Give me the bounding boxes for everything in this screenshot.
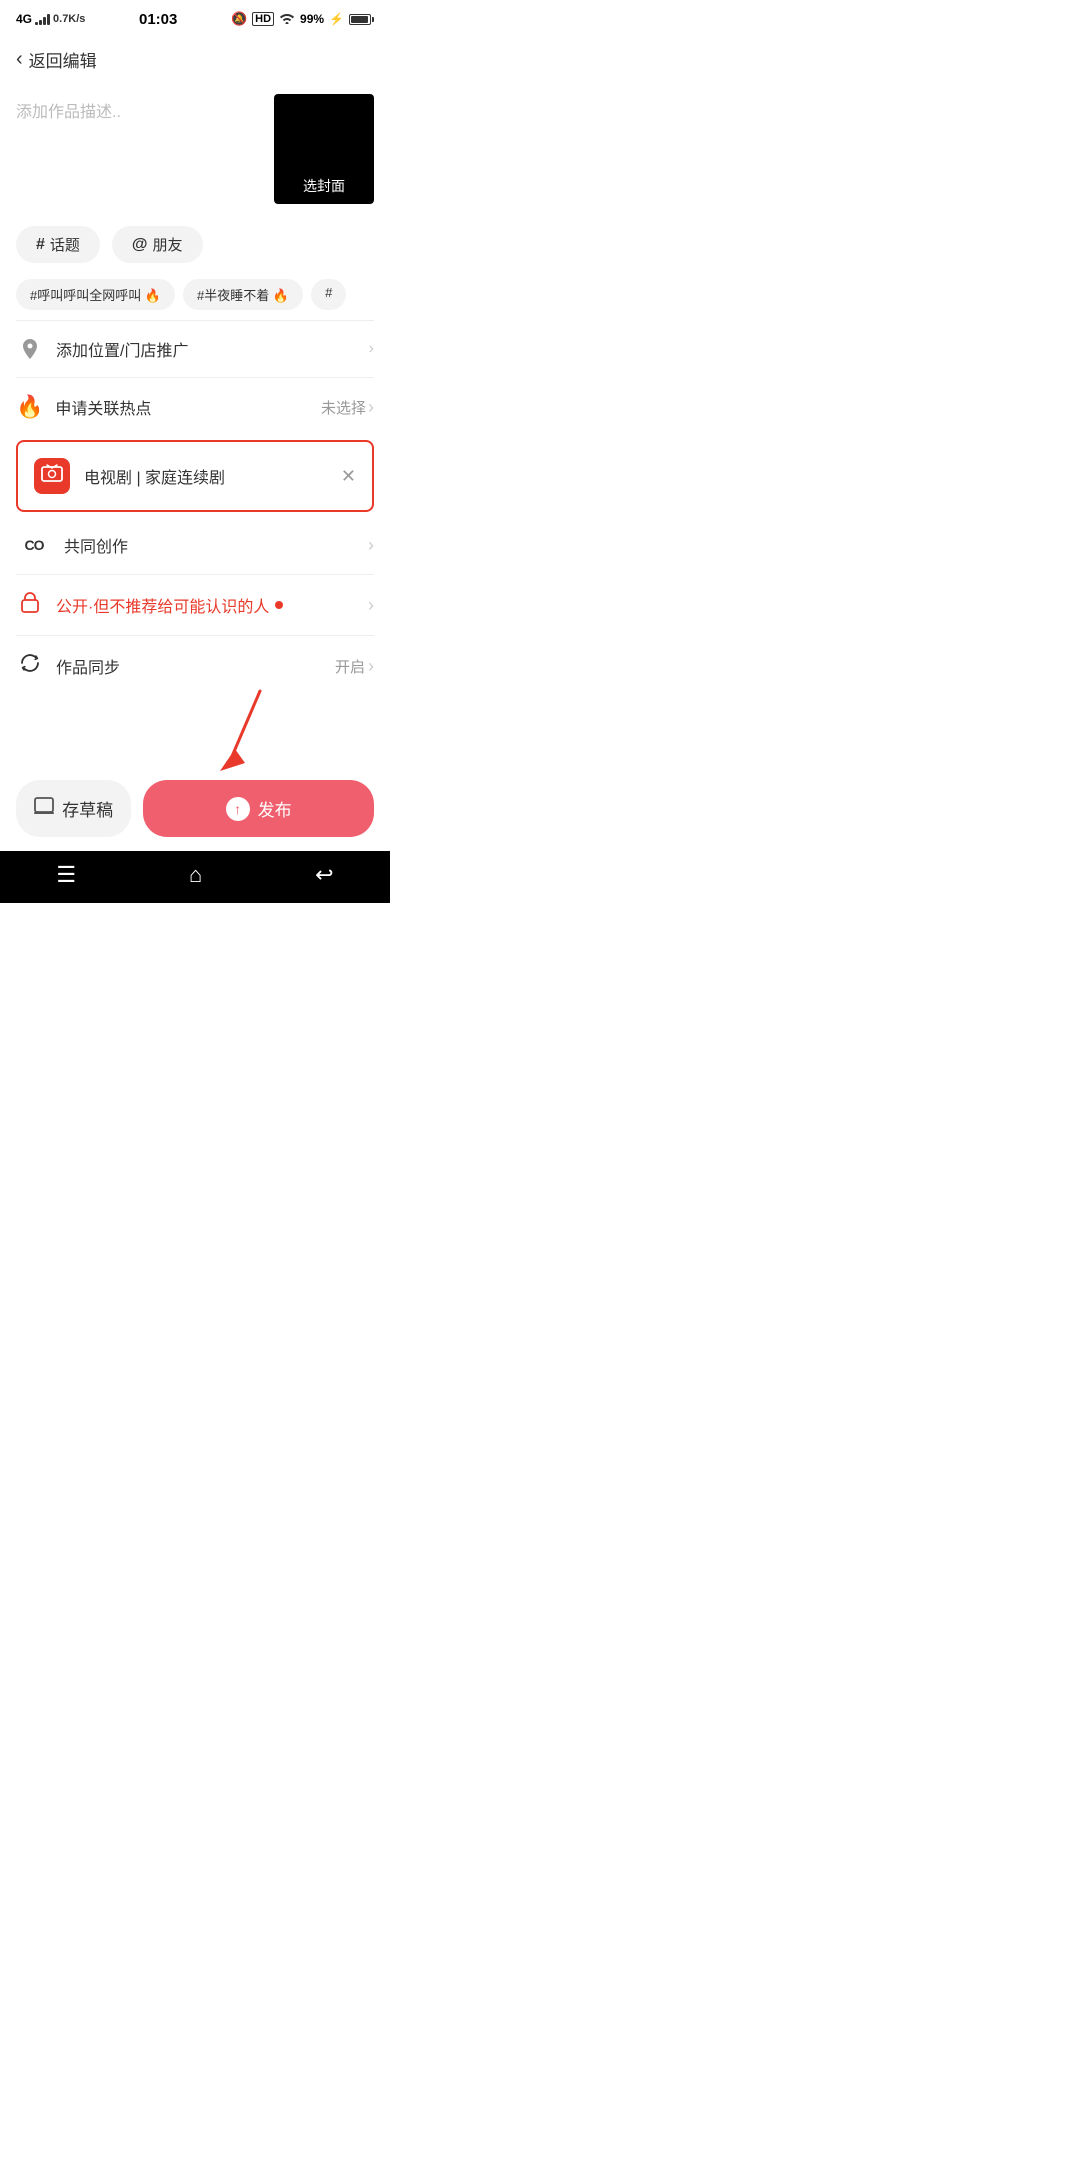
back-nav-icon[interactable]: ↩	[315, 862, 333, 888]
location-text: 添加位置/门店推广	[56, 337, 369, 361]
fire-icon: 🔥	[16, 394, 43, 420]
privacy-dot	[275, 601, 283, 609]
sync-chevron-icon: ›	[368, 656, 374, 677]
nav-bar: ‹ 返回编辑	[0, 36, 390, 82]
hot-point-status: 未选择	[321, 397, 366, 418]
home-nav-icon[interactable]: ⌂	[189, 862, 202, 888]
close-icon[interactable]: ✕	[341, 466, 356, 487]
hot-topic-chip-3[interactable]: #	[311, 279, 346, 310]
arrow-svg	[200, 681, 280, 781]
sync-row[interactable]: 作品同步 开启 ›	[0, 636, 390, 696]
bottom-buttons: 存草稿 ↑ 发布	[0, 766, 390, 851]
hot-point-row[interactable]: 🔥 申请关联热点 未选择 ›	[0, 378, 390, 436]
hot-topic-chip-2[interactable]: #半夜睡不着 🔥	[183, 279, 303, 310]
tv-drama-row[interactable]: 电视剧 | 家庭连续剧 ✕	[16, 440, 374, 512]
publish-button[interactable]: ↑ 发布	[143, 780, 374, 837]
co-badge: CO	[16, 532, 52, 558]
privacy-text: 公开·但不推荐给可能认识的人	[56, 593, 368, 617]
sync-text: 作品同步	[56, 654, 335, 678]
network-speed: 0.7K/s	[53, 13, 85, 25]
location-chevron-icon: ›	[369, 340, 374, 358]
hot-topic-2-text: #半夜睡不着 🔥	[197, 288, 289, 303]
privacy-lock-icon	[16, 591, 44, 619]
arrow-annotation	[0, 696, 390, 766]
location-chevron: ›	[369, 340, 374, 358]
hot-point-right: 未选择 ›	[321, 397, 374, 418]
battery-percent: 99%	[300, 12, 324, 26]
sync-status: 开启	[335, 656, 365, 677]
menu-nav-icon[interactable]: ☰	[56, 862, 76, 888]
mention-label: 朋友	[153, 234, 183, 255]
hot-topic-3-text: #	[325, 285, 332, 300]
hot-point-chevron-icon: ›	[368, 397, 374, 418]
hot-point-text: 申请关联热点	[55, 395, 321, 419]
description-placeholder: 添加作品描述..	[16, 104, 121, 121]
alarm-icon: 🔕	[231, 11, 247, 27]
mention-icon: @	[132, 236, 148, 254]
back-label: 返回编辑	[29, 47, 97, 72]
hashtag-icon: #	[36, 236, 45, 254]
network-type: 4G	[16, 12, 32, 26]
charging-icon: ⚡	[329, 12, 344, 26]
hot-topics-row: #呼叫呼叫全网呼叫 🔥 #半夜睡不着 🔥 #	[0, 273, 390, 320]
location-row[interactable]: 添加位置/门店推广 ›	[0, 321, 390, 377]
description-input[interactable]: 添加作品描述..	[16, 94, 262, 122]
sync-icon	[16, 652, 44, 680]
wifi-icon	[279, 12, 295, 27]
cover-label: 选封面	[303, 176, 345, 196]
sync-right: 开启 ›	[335, 656, 374, 677]
back-button[interactable]: ‹ 返回编辑	[16, 47, 97, 72]
publish-icon: ↑	[226, 797, 250, 821]
back-chevron-icon: ‹	[16, 48, 23, 71]
bottom-nav: ☰ ⌂ ↩	[0, 851, 390, 903]
signal-bars	[35, 13, 50, 25]
description-area: 添加作品描述.. 选封面	[0, 82, 390, 216]
status-left: 4G 0.7K/s	[16, 12, 85, 26]
hashtag-button[interactable]: # 话题	[16, 226, 100, 263]
publish-label: 发布	[258, 796, 292, 821]
hd-badge: HD	[252, 12, 274, 26]
tv-drama-text: 电视剧 | 家庭连续剧	[84, 464, 341, 488]
draft-label: 存草稿	[62, 796, 113, 821]
cover-preview[interactable]: 选封面	[274, 94, 374, 204]
hashtag-label: 话题	[50, 234, 80, 255]
battery-icon	[349, 14, 374, 25]
status-right: 🔕 HD 99% ⚡	[231, 11, 374, 27]
co-chevron-icon: ›	[368, 535, 374, 556]
publish-arrow-icon: ↑	[234, 801, 241, 817]
co-row[interactable]: CO 共同创作 ›	[0, 516, 390, 574]
hot-topic-1-text: #呼叫呼叫全网呼叫 🔥	[30, 288, 161, 303]
draft-icon	[34, 797, 54, 820]
status-bar: 4G 0.7K/s 01:03 🔕 HD 99% ⚡	[0, 0, 390, 36]
draft-button[interactable]: 存草稿	[16, 780, 131, 837]
privacy-row[interactable]: 公开·但不推荐给可能认识的人 ›	[0, 575, 390, 635]
mention-button[interactable]: @ 朋友	[112, 226, 203, 263]
tag-buttons-row: # 话题 @ 朋友	[0, 216, 390, 273]
privacy-chevron-icon: ›	[368, 595, 374, 616]
tv-icon	[41, 464, 63, 488]
tv-icon-box	[34, 458, 70, 494]
privacy-label: 公开·但不推荐给可能认识的人	[56, 593, 269, 617]
status-time: 01:03	[139, 11, 177, 28]
hot-topic-chip-1[interactable]: #呼叫呼叫全网呼叫 🔥	[16, 279, 175, 310]
co-text: 共同创作	[64, 533, 368, 557]
location-icon	[16, 338, 44, 360]
